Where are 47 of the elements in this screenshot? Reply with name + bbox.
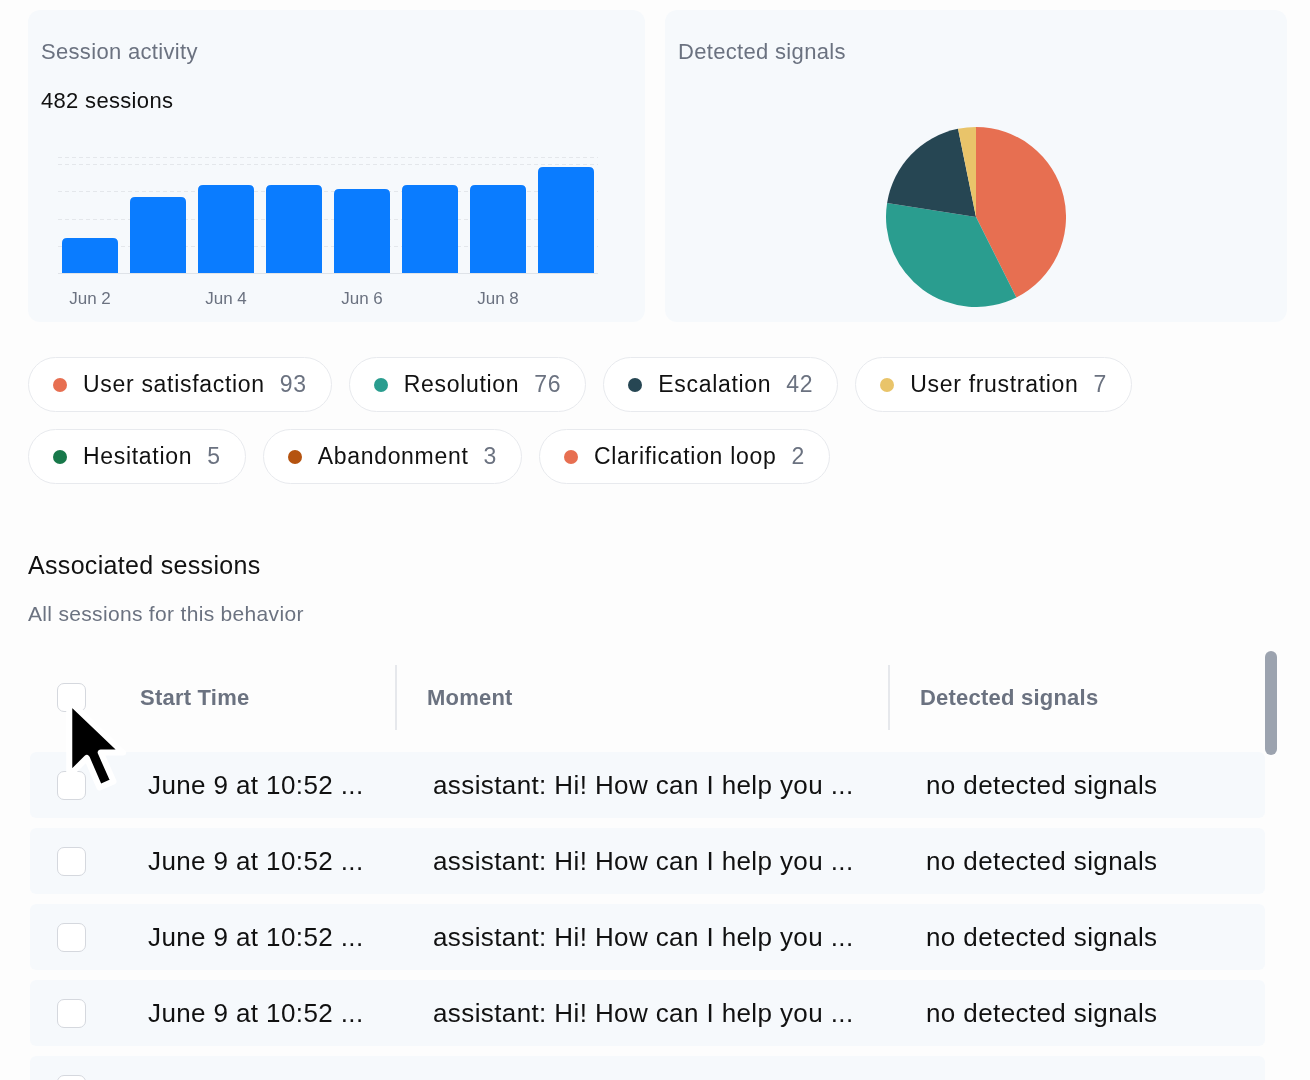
axis-label: Jun 2 (69, 289, 111, 309)
session-total: 482 sessions (41, 88, 175, 114)
signal-label: User frustration (910, 371, 1079, 398)
signal-label: User satisfaction (83, 371, 265, 398)
signal-label: Clarification loop (593, 443, 777, 470)
signal-count: 5 (207, 443, 221, 470)
row-checkbox[interactable] (57, 770, 86, 800)
table-cell-text: no detected signals (925, 846, 1159, 876)
card-title: Session activity (41, 39, 199, 65)
axis-label: Jun 4 (205, 289, 247, 309)
table-cell-text: assistant: Hi! How can I help you ... (432, 846, 855, 876)
table-cell-text: no detected signals (925, 770, 1159, 800)
signal-count: 76 (534, 371, 562, 398)
card-title: Detected signals (678, 39, 847, 65)
table-cell-text: no detected signals (925, 922, 1159, 952)
signal-count: 42 (786, 371, 814, 398)
signal-count: 2 (791, 443, 805, 470)
table-row[interactable]: June 9 at 10:52 ... assistant: Hi! How can I help you ... no detected signals (30, 828, 1265, 894)
table-cell-text: assistant: Hi! How can I help you ... (432, 998, 855, 1028)
section-heading: Associated sessions (28, 550, 262, 580)
row-checkbox[interactable] (57, 846, 86, 876)
scrollbar-thumb[interactable] (1265, 651, 1277, 755)
axis-label: Jun 6 (341, 289, 383, 309)
table-row[interactable]: June 9 at 10:52 ... assistant: Hi! How can I help you ... no detected signals (30, 980, 1265, 1046)
signal-label: Abandonment (317, 443, 469, 470)
table-cell-text: June 9 at 10:52 ... (147, 922, 365, 952)
column-header: Moment (395, 665, 888, 730)
table-cell-text: assistant: Hi! How can I help you ... (432, 922, 855, 952)
signal-count: 93 (279, 371, 307, 398)
signal-count: 3 (483, 443, 497, 470)
table-row[interactable]: June 9 at 10:52 ... assistant: Hi! How can I help you ... no detected signals (30, 904, 1265, 970)
axis-label: Jun 8 (477, 289, 519, 309)
signal-count: 7 (1093, 371, 1107, 398)
table-cell-text: assistant: Hi! How can I help you ... (432, 770, 855, 800)
signal-label: Escalation (658, 371, 772, 398)
signal-label: Resolution (403, 371, 520, 398)
table-row[interactable]: June 9 at 10:52 ... assistant: Hi! How can I help you ... no detected signals (30, 752, 1265, 818)
signal-label: Hesitation (83, 443, 193, 470)
table-cell-text: no detected signals (925, 998, 1159, 1028)
row-checkbox[interactable] (57, 922, 86, 952)
row-checkbox[interactable] (57, 998, 86, 1028)
table-cell-text: June 9 at 10:52 ... (147, 846, 365, 876)
table-cell-text: June 9 at 10:52 ... (147, 770, 365, 800)
chart-bar (62, 238, 118, 273)
table-cell-text: June 9 at 10:52 ... (147, 998, 365, 1028)
section-subtitle: All sessions for this behavior (28, 601, 305, 627)
column-header: Start Time (139, 683, 251, 712)
